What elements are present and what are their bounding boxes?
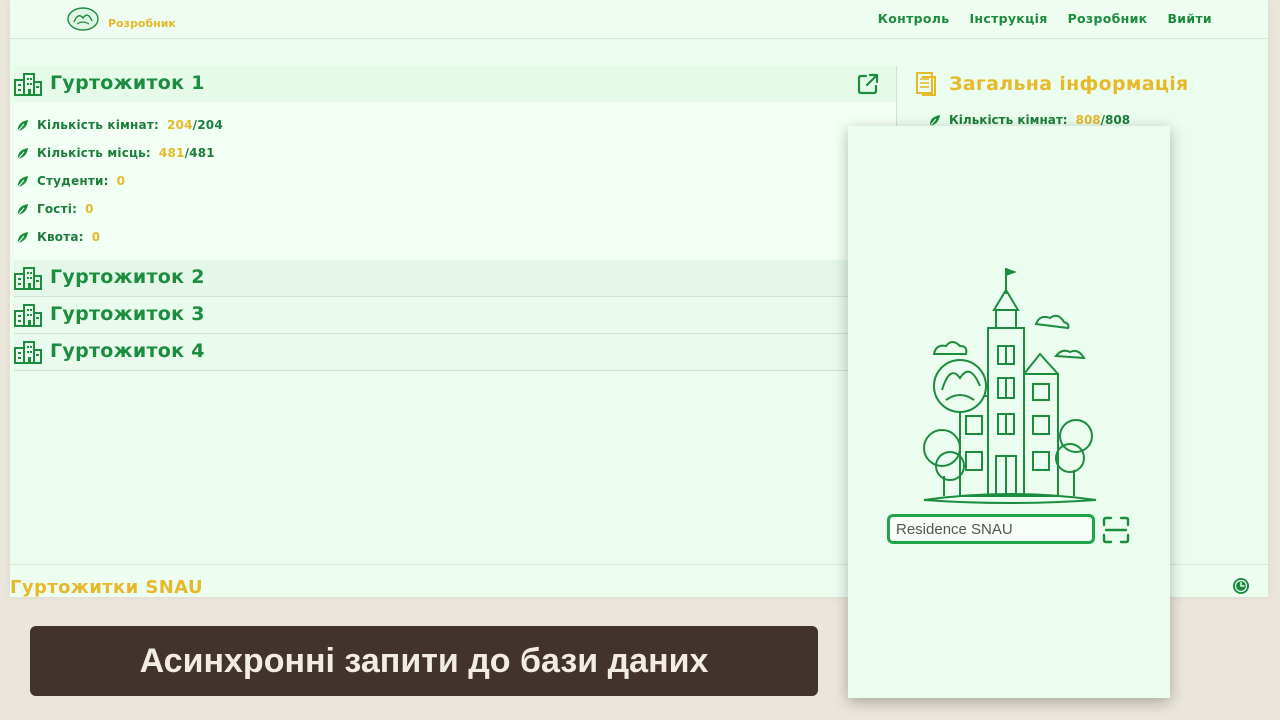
scan-icon[interactable] [1102, 516, 1130, 544]
stat-label: Гості: [37, 202, 78, 216]
stat-label: Кількість місць: [37, 146, 151, 160]
nav-instructions[interactable]: Інструкція [969, 11, 1047, 26]
stat-value: 0 [116, 174, 126, 188]
stat-total: /808 [1100, 113, 1131, 127]
dorm-4-header[interactable]: Гуртожиток 4 [14, 334, 896, 371]
stat-label: Студенти: [37, 174, 109, 188]
dorm-3-title: Гуртожиток 3 [50, 303, 205, 325]
general-info-header: Загальна інформація [915, 70, 1189, 98]
footer-brand: Гуртожитки SNAU [10, 577, 203, 598]
leaf-icon [17, 203, 28, 215]
residence-illustration [923, 268, 1097, 504]
dorm-4-title: Гуртожиток 4 [50, 340, 205, 362]
leaf-icon [17, 119, 28, 131]
general-info-title: Загальна інформація [949, 73, 1189, 95]
dorm-1-header[interactable]: Гуртожиток 1 [14, 66, 896, 102]
logo-text: Розробник [108, 17, 176, 30]
building-icon [14, 73, 42, 96]
nav-control[interactable]: Контроль [878, 11, 950, 26]
stat-value: 0 [85, 202, 94, 216]
stat-value: 0 [91, 230, 101, 244]
leaf-icon [17, 231, 28, 243]
stat-value: 808 [1075, 113, 1101, 127]
building-icon [14, 304, 42, 327]
stat-students: Студенти: 0 [16, 173, 125, 189]
leaf-icon [929, 114, 940, 126]
mobile-screen [848, 126, 1170, 698]
stat-value: 481 [158, 146, 185, 160]
building-icon [14, 341, 42, 364]
dorm-1-details: Кількість кімнат: 204 /204 Кількість міс… [14, 102, 896, 259]
caption-text: Асинхронні запити до бази даних [139, 641, 709, 680]
nav-developer[interactable]: Розробник [1068, 11, 1148, 26]
top-navbar: Розробник Контроль Інструкція Розробник … [10, 0, 1268, 39]
logo[interactable] [66, 6, 100, 32]
building-icon [14, 267, 42, 290]
stat-total: /481 [184, 146, 215, 160]
stat-value: 204 [167, 118, 193, 132]
stat-label: Квота: [37, 230, 84, 244]
leaf-icon [17, 147, 28, 159]
dorm-3-header[interactable]: Гуртожиток 3 [14, 297, 896, 334]
stat-label: Кількість кімнат: [37, 118, 159, 132]
dorm-2-title: Гуртожиток 2 [50, 266, 205, 288]
clock-icon[interactable] [1232, 577, 1250, 595]
leaf-icon [17, 175, 28, 187]
stat-total: /204 [192, 118, 223, 132]
stat-quota: Квота: 0 [16, 229, 100, 245]
stat-guests: Гості: 0 [16, 201, 94, 217]
stat-rooms: Кількість кімнат: 204 /204 [16, 117, 223, 133]
stat-label: Кількість кімнат: [949, 113, 1068, 127]
dorm-2-header[interactable]: Гуртожиток 2 [14, 260, 896, 297]
general-info-rooms: Кількість кімнат: 808 /808 [928, 113, 1130, 127]
dorm-1-title: Гуртожиток 1 [50, 72, 205, 94]
residence-name-input[interactable] [887, 514, 1095, 544]
nav-logout[interactable]: Вийти [1167, 11, 1212, 26]
main-nav: Контроль Інструкція Розробник Вийти [878, 11, 1212, 26]
external-link-icon[interactable] [856, 72, 880, 96]
document-icon [916, 72, 936, 96]
caption-banner: Асинхронні запити до бази даних [30, 626, 818, 696]
column-divider [896, 66, 897, 130]
stat-places: Кількість місць: 481 /481 [16, 145, 215, 161]
